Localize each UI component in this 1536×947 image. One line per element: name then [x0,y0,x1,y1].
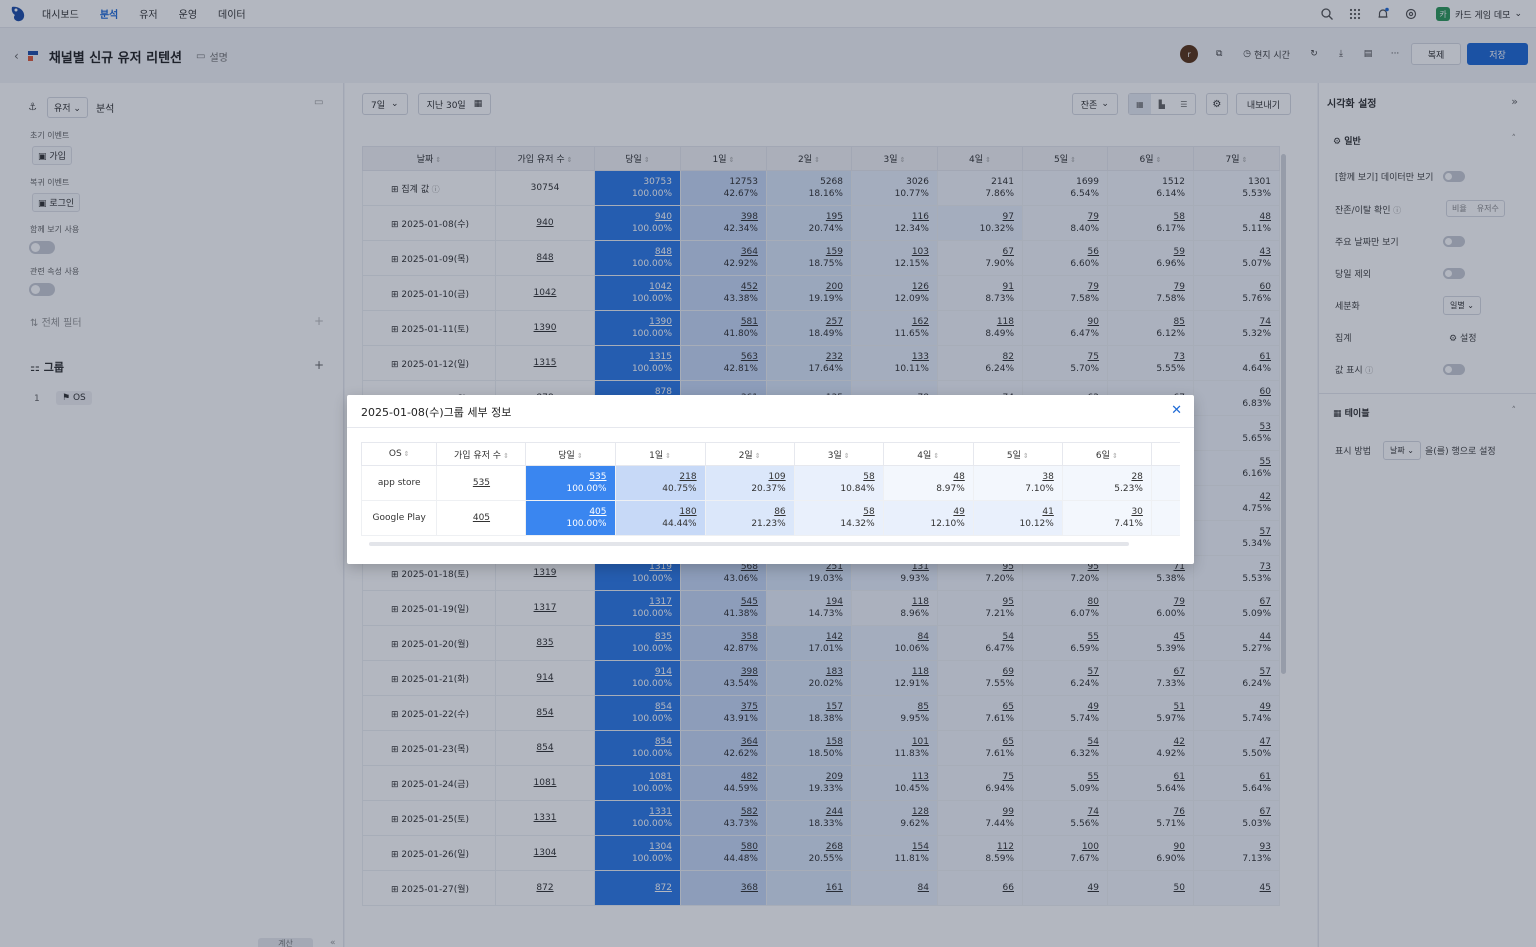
modal-column-header[interactable]: 2일 ⇕ [704,442,795,466]
retention-count: 180 [679,507,697,517]
sort-icon[interactable]: ⇕ [503,452,509,460]
retention-rate: 21.23% [751,519,786,529]
modal-table-row: app store 535 535 100.00% 218 40.75% 109 20.37%… [361,465,1180,501]
modal-column-header-label: OS [388,449,402,459]
retention-cell[interactable]: 28 5.23% [1061,465,1152,501]
retention-cell[interactable]: 109 20.37% [704,465,795,501]
retention-count: 30 [1131,507,1143,517]
retention-rate: 5.23% [1114,484,1143,494]
retention-rate: 44.44% [662,519,697,529]
modal-column-header-label: 3일 [827,450,842,461]
retention-cell[interactable]: 86 21.23% [704,500,795,536]
sort-icon[interactable]: ⇕ [1112,452,1118,460]
sort-icon[interactable]: ⇕ [577,452,583,460]
retention-count: 58 [863,472,875,482]
modal-table-scroll: OS⇕가입 유저 수⇕당일⇕1일⇕2일⇕3일⇕4일⇕5일⇕6일⇕7일⇕ app … [361,442,1180,538]
retention-rate: 10.12% [1019,519,1054,529]
modal-column-header[interactable]: 5일 ⇕ [972,442,1063,466]
retention-count: 86 [774,507,786,517]
retention-cell[interactable]: 180 44.44% [614,500,706,536]
close-icon[interactable]: ✕ [1171,403,1182,418]
modal-column-header[interactable]: 6일 ⇕ [1061,442,1152,466]
retention-rate: 12.10% [930,519,965,529]
retention-rate: 14.32% [840,519,875,529]
retention-rate: 40.75% [662,484,697,494]
retention-cell[interactable]: 41 10.12% [972,500,1063,536]
modal-column-header-label: 1일 [649,450,664,461]
retention-count: 58 [863,507,875,517]
retention-cell[interactable]: 49 12.10% [882,500,974,536]
signup-count-cell[interactable]: 405 [436,500,527,536]
retention-count: 405 [589,507,607,517]
retention-cell[interactable]: 30 7.41% [1061,500,1152,536]
modal-column-header[interactable]: 당일 ⇕ [525,442,616,466]
retention-rate: 4.11% [1152,483,1180,495]
modal-column-header-label: 2일 [738,450,753,461]
os-cell: Google Play [361,500,438,536]
retention-cell[interactable]: 218 40.75% [614,465,706,501]
modal-column-header[interactable]: 1일 ⇕ [614,442,706,466]
os-cell: app store [361,465,438,501]
retention-count: 218 [679,472,697,482]
sort-icon[interactable]: ⇕ [933,452,939,460]
retention-count: 22 [1152,471,1180,483]
sort-icon[interactable]: ⇕ [1023,452,1029,460]
sort-icon[interactable]: ⇕ [404,450,410,458]
retention-cell[interactable]: 405 100.00% [525,500,616,536]
modal-column-header[interactable]: 7일⇕ [1150,442,1180,466]
retention-rate: 7.41% [1114,519,1143,529]
group-detail-modal: 2025-01-08(수)그룹 세부 정보 ✕ OS ⇕ 가입 유저 수 ⇕ 당일 ⇕ 1일… [347,395,1194,564]
retention-count: 38 [1042,472,1054,482]
modal-column-header-label: 5일 [1006,450,1021,461]
retention-cell[interactable]: 224.11% [1150,465,1180,501]
retention-cell[interactable]: 58 10.84% [793,465,884,501]
retention-cell[interactable]: 58 14.32% [793,500,884,536]
retention-count: 535 [589,472,607,482]
sort-icon[interactable]: ⇕ [844,452,850,460]
retention-rate: 100.00% [566,519,607,529]
retention-count: 109 [768,472,786,482]
retention-rate: 8.97% [936,484,965,494]
modal-column-header[interactable]: 4일 ⇕ [882,442,974,466]
retention-cell[interactable]: 266.42% [1150,500,1180,536]
modal-horizontal-scrollbar[interactable] [369,542,1129,546]
modal-column-header-label: 당일 [558,450,575,461]
retention-cell[interactable]: 38 7.10% [972,465,1063,501]
retention-rate: 20.37% [751,484,786,494]
signup-count-cell[interactable]: 535 [436,465,527,501]
modal-divider [347,427,1194,428]
sort-icon[interactable]: ⇕ [665,452,671,460]
retention-count: 49 [953,507,965,517]
retention-rate: 6.42% [1152,518,1180,530]
retention-cell[interactable]: 48 8.97% [882,465,974,501]
retention-cell[interactable]: 535 100.00% [525,465,616,501]
retention-count: 28 [1131,472,1143,482]
group-detail-table: OS⇕가입 유저 수⇕당일⇕1일⇕2일⇕3일⇕4일⇕5일⇕6일⇕7일⇕ app … [361,442,1180,536]
retention-rate: 10.84% [840,484,875,494]
modal-column-header-label: 가입 유저 수 [453,450,502,461]
modal-column-header-label: 6일 [1095,450,1110,461]
modal-title: 2025-01-08(수)그룹 세부 정보 [361,406,512,419]
modal-column-header[interactable]: OS ⇕ [361,442,438,466]
modal-table-row: Google Play 405 405 100.00% 180 44.44% 86 21.23… [361,500,1180,536]
retention-rate: 100.00% [566,484,607,494]
modal-column-header-label: 4일 [917,450,932,461]
retention-count: 26 [1152,506,1180,518]
modal-column-header[interactable]: 가입 유저 수 ⇕ [436,442,527,466]
modal-column-header[interactable]: 3일 ⇕ [793,442,884,466]
retention-rate: 7.10% [1025,484,1054,494]
retention-count: 48 [953,472,965,482]
modal-header-row: OS⇕가입 유저 수⇕당일⇕1일⇕2일⇕3일⇕4일⇕5일⇕6일⇕7일⇕ [361,442,1180,466]
retention-count: 41 [1042,507,1054,517]
sort-icon[interactable]: ⇕ [755,452,761,460]
